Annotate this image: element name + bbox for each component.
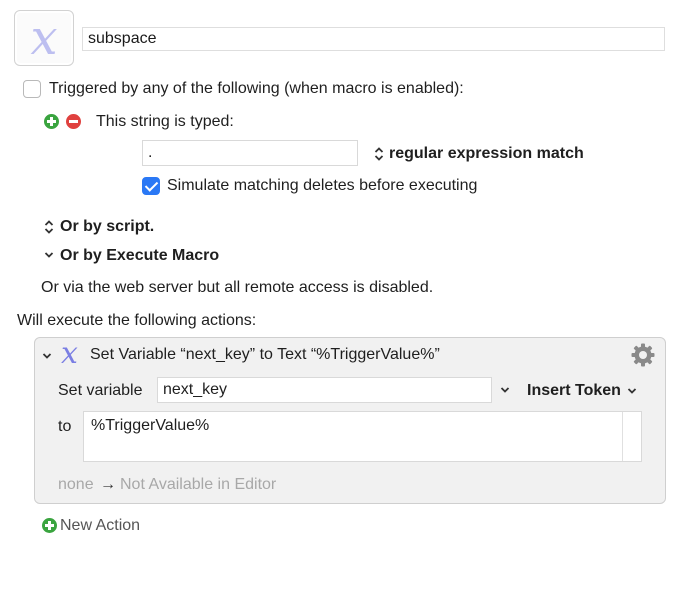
- match-mode-popup[interactable]: regular expression match: [389, 144, 584, 164]
- result-none-label: none: [58, 476, 94, 493]
- chevron-down-icon[interactable]: [44, 250, 54, 260]
- text-area-scrollbar[interactable]: [622, 412, 623, 461]
- variable-x-icon: x: [30, 10, 58, 66]
- new-action-icon[interactable]: [42, 518, 57, 533]
- by-execute-macro-disclosure[interactable]: Or by Execute Macro: [60, 246, 219, 266]
- web-server-label: Or via the web server but all remote acc…: [41, 279, 434, 296]
- insert-token-menu[interactable]: Insert Token: [527, 381, 621, 401]
- variable-dropdown-chevron-icon[interactable]: [500, 385, 510, 395]
- variable-name-input[interactable]: next_key: [157, 377, 492, 403]
- add-trigger-icon[interactable]: [44, 114, 59, 129]
- macro-icon[interactable]: x: [14, 10, 74, 66]
- remove-trigger-icon[interactable]: [66, 114, 81, 129]
- result-arrow: →: [100, 476, 116, 493]
- actions-header-label: Will execute the following actions:: [17, 312, 257, 329]
- simulate-deletes-checkbox[interactable]: [142, 177, 160, 195]
- triggers-header-label: Triggered by any of the following (when …: [49, 80, 464, 97]
- triggers-enabled-checkbox[interactable]: [23, 80, 41, 98]
- chevron-updown-icon[interactable]: [374, 146, 384, 162]
- by-script-disclosure[interactable]: Or by script.: [60, 217, 154, 237]
- simulate-deletes-label: Simulate matching deletes before executi…: [167, 177, 478, 194]
- action-title: Set Variable “next_key” to Text “%Trigge…: [90, 346, 440, 363]
- to-label: to: [58, 418, 72, 435]
- result-status-label: Not Available in Editor: [120, 476, 277, 493]
- text-value-area[interactable]: %TriggerValue%: [83, 411, 642, 462]
- collapse-chevron-icon[interactable]: [42, 351, 52, 361]
- string-trigger-label: This string is typed:: [96, 113, 234, 130]
- typed-string-input[interactable]: .: [142, 140, 358, 166]
- variable-x-icon: x: [61, 336, 78, 371]
- new-action-button[interactable]: New Action: [60, 516, 140, 536]
- set-variable-label: Set variable: [58, 382, 143, 399]
- chevron-updown-icon[interactable]: [44, 219, 54, 235]
- insert-token-chevron-icon[interactable]: [627, 386, 637, 396]
- gear-icon[interactable]: [630, 342, 656, 368]
- macro-name-field[interactable]: subspace: [82, 27, 665, 51]
